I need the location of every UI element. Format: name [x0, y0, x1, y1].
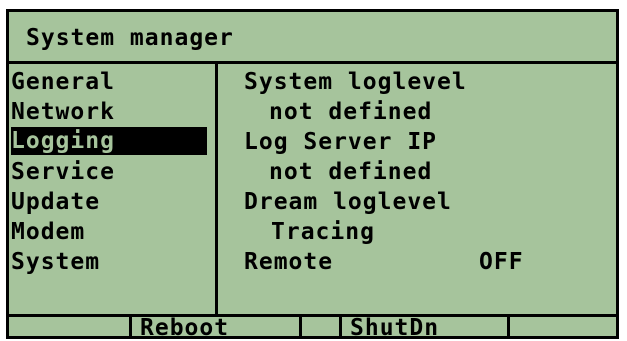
- dream-loglevel-value[interactable]: Tracing: [271, 217, 375, 247]
- menu-divider: [215, 61, 218, 317]
- menu-item-network[interactable]: Network: [11, 97, 115, 127]
- reboot-button[interactable]: Reboot: [140, 316, 229, 340]
- menu-item-modem[interactable]: Modem: [11, 217, 85, 247]
- menu-item-system[interactable]: System: [11, 247, 100, 277]
- lcd-screen: System manager General Network Logging S…: [6, 9, 619, 340]
- shutdown-button[interactable]: ShutDn: [350, 316, 439, 340]
- softkey-f3[interactable]: [302, 316, 339, 339]
- log-server-ip-value[interactable]: not defined: [269, 157, 432, 187]
- system-loglevel-label: System loglevel: [244, 69, 467, 95]
- log-server-ip-label: Log Server IP: [244, 129, 438, 155]
- softkey-f5[interactable]: [510, 316, 615, 339]
- page-title: System manager: [26, 25, 234, 51]
- system-loglevel-value[interactable]: not defined: [269, 97, 432, 127]
- title-divider: [9, 61, 616, 64]
- top-border: [6, 9, 619, 12]
- remote-value[interactable]: OFF: [479, 247, 524, 277]
- menu-item-update[interactable]: Update: [11, 187, 100, 217]
- menu-item-general[interactable]: General: [11, 67, 115, 97]
- menu-item-service[interactable]: Service: [11, 157, 115, 187]
- remote-label: Remote: [244, 249, 334, 275]
- menu-item-logging[interactable]: Logging: [11, 127, 207, 155]
- dream-loglevel-label: Dream loglevel: [244, 189, 452, 215]
- softkey-f1[interactable]: [12, 316, 129, 339]
- softkey-separator: [339, 314, 342, 339]
- softkey-separator: [129, 314, 132, 339]
